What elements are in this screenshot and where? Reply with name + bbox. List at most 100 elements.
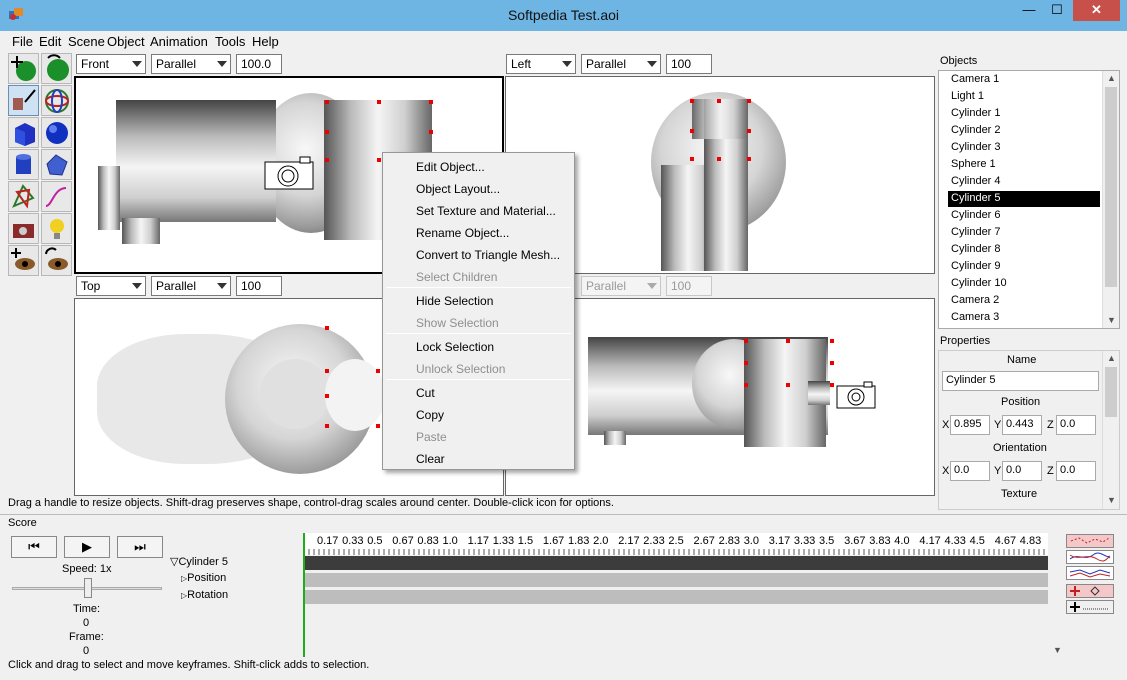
list-item[interactable]: Cylinder 2 (948, 123, 1100, 139)
menu-copy[interactable]: Copy (416, 408, 444, 422)
zoom-field-1[interactable]: 100.0 (236, 54, 282, 74)
cube-icon[interactable] (8, 117, 39, 148)
list-item[interactable]: Camera 2 (948, 293, 1100, 309)
camera-tool-icon[interactable] (8, 213, 39, 244)
fast-forward-button[interactable]: ⏭ (117, 536, 163, 558)
view-select-3[interactable]: Top (76, 276, 146, 296)
position-y-field[interactable]: 0.443 (1002, 415, 1042, 435)
track-position[interactable]: ▷Position (181, 572, 226, 584)
track-tree-root[interactable]: ▽Cylinder 5 (170, 555, 228, 568)
view-select-1[interactable]: Front (76, 54, 146, 74)
polygon-mesh-icon[interactable] (41, 149, 72, 180)
projection-select-3[interactable]: Parallel (151, 276, 231, 296)
minimize-button[interactable]: — (1015, 0, 1043, 21)
move-tool-icon[interactable] (8, 53, 39, 84)
score-scrollbar[interactable]: ▼ (1049, 533, 1065, 657)
list-item-selected[interactable]: Cylinder 5 (948, 191, 1100, 207)
menu-object[interactable]: Object (107, 34, 145, 49)
scale-keys-icon[interactable] (1066, 600, 1114, 614)
orientation-x-field[interactable]: 0.0 (950, 461, 990, 481)
track-row[interactable] (305, 590, 1048, 604)
orientation-y-field[interactable]: 0.0 (1002, 461, 1042, 481)
scroll-down-icon[interactable]: ▼ (1053, 645, 1062, 655)
move-keys-icon[interactable] (1066, 584, 1114, 598)
time-ruler[interactable]: 0.17 0.33 0.5 0.67 0.83 1.0 1.17 1.33 1.5 1.67 1.8… (305, 533, 1048, 555)
track-row-selected[interactable] (305, 556, 1048, 570)
list-item[interactable]: Cylinder 8 (948, 242, 1100, 258)
orientation-z-field[interactable]: 0.0 (1056, 461, 1096, 481)
speed-slider-thumb[interactable] (84, 578, 92, 598)
scroll-up-icon[interactable]: ▲ (1107, 73, 1116, 83)
scroll-thumb[interactable] (1105, 87, 1117, 287)
track-rotation[interactable]: ▷Rotation (181, 589, 228, 601)
list-item[interactable]: Sphere 1 (948, 157, 1100, 173)
position-x-field[interactable]: 0.895 (950, 415, 990, 435)
multi-graph-icon[interactable] (1066, 566, 1114, 580)
rewind-button[interactable]: ⏮ (11, 536, 57, 558)
scroll-thumb[interactable] (1105, 367, 1117, 417)
menu-tools[interactable]: Tools (215, 34, 245, 49)
menu-animation[interactable]: Animation (150, 34, 208, 49)
list-item[interactable]: Cylinder 4 (948, 174, 1100, 190)
scroll-down-icon[interactable]: ▼ (1107, 315, 1116, 325)
projection-select-2[interactable]: Parallel (581, 54, 661, 74)
menu-clear[interactable]: Clear (416, 452, 445, 466)
curve-tool-icon[interactable] (41, 181, 72, 212)
orientation-label: Orientation (993, 442, 1047, 454)
move-view-icon[interactable] (8, 245, 39, 276)
rotate-tool-icon[interactable] (41, 53, 72, 84)
menu-edit-object[interactable]: Edit Object... (416, 160, 485, 174)
menu-rename-object[interactable]: Rename Object... (416, 226, 509, 240)
objects-header: Objects (940, 55, 978, 67)
camera-orbit-icon[interactable] (41, 85, 72, 116)
play-button[interactable]: ▶ (64, 536, 110, 558)
projection-select-1[interactable]: Parallel (151, 54, 231, 74)
camera-object-icon[interactable] (836, 381, 878, 409)
light-tool-icon[interactable] (41, 213, 72, 244)
menu-file[interactable]: File (12, 34, 33, 49)
zoom-field-2[interactable]: 100 (666, 54, 712, 74)
menu-edit[interactable]: Edit (39, 34, 61, 49)
menu-convert-mesh[interactable]: Convert to Triangle Mesh... (416, 248, 560, 262)
maximize-button[interactable]: ☐ (1043, 0, 1071, 21)
position-z-field[interactable]: 0.0 (1056, 415, 1096, 435)
list-item[interactable]: Cylinder 10 (948, 276, 1100, 292)
name-field[interactable]: Cylinder 5 (942, 371, 1099, 391)
keyframe-mode-icon[interactable] (1066, 534, 1114, 548)
list-item[interactable]: Cylinder 3 (948, 140, 1100, 156)
close-button[interactable]: ✕ (1073, 0, 1120, 21)
sphere-icon[interactable] (41, 117, 72, 148)
list-item[interactable]: Camera 1 (948, 72, 1100, 88)
camera-object-icon[interactable] (264, 156, 316, 190)
menu-hide-selection[interactable]: Hide Selection (416, 294, 493, 308)
properties-scrollbar[interactable]: ▲ ▼ (1102, 351, 1119, 509)
menu-cut[interactable]: Cut (416, 386, 435, 400)
track-row[interactable] (305, 573, 1048, 587)
texture-label: Texture (1001, 488, 1038, 500)
zoom-field-3[interactable]: 100 (236, 276, 282, 296)
list-item[interactable]: Camera 3 (948, 310, 1100, 326)
objects-scrollbar[interactable]: ▲ ▼ (1102, 71, 1119, 328)
scroll-down-icon[interactable]: ▼ (1107, 495, 1116, 505)
list-item[interactable]: Light 1 (948, 89, 1100, 105)
scroll-up-icon[interactable]: ▲ (1107, 353, 1116, 363)
objects-list[interactable]: Camera 1 Light 1 Cylinder 1 Cylinder 2 C… (938, 70, 1120, 329)
menu-set-texture[interactable]: Set Texture and Material... (416, 204, 556, 218)
rotate-view-icon[interactable] (41, 245, 72, 276)
list-item[interactable]: Cylinder 7 (948, 225, 1100, 241)
menu-help[interactable]: Help (252, 34, 279, 49)
polygon-tool-icon[interactable] (8, 181, 39, 212)
ruler-tick-label: 3.67 (844, 535, 866, 547)
cylinder-icon[interactable] (8, 149, 39, 180)
single-graph-icon[interactable] (1066, 550, 1114, 564)
list-item[interactable]: Cylinder 6 (948, 208, 1100, 224)
list-item[interactable]: Cylinder 1 (948, 106, 1100, 122)
ruler-tick-label: 4.33 (944, 535, 966, 547)
select-tool-icon[interactable] (8, 85, 39, 116)
menu-object-layout[interactable]: Object Layout... (416, 182, 500, 196)
ruler-tick-label: 4.83 (1019, 535, 1042, 547)
menu-lock-selection[interactable]: Lock Selection (416, 340, 494, 354)
list-item[interactable]: Cylinder 9 (948, 259, 1100, 275)
view-select-2[interactable]: Left (506, 54, 576, 74)
menu-scene[interactable]: Scene (68, 34, 105, 49)
